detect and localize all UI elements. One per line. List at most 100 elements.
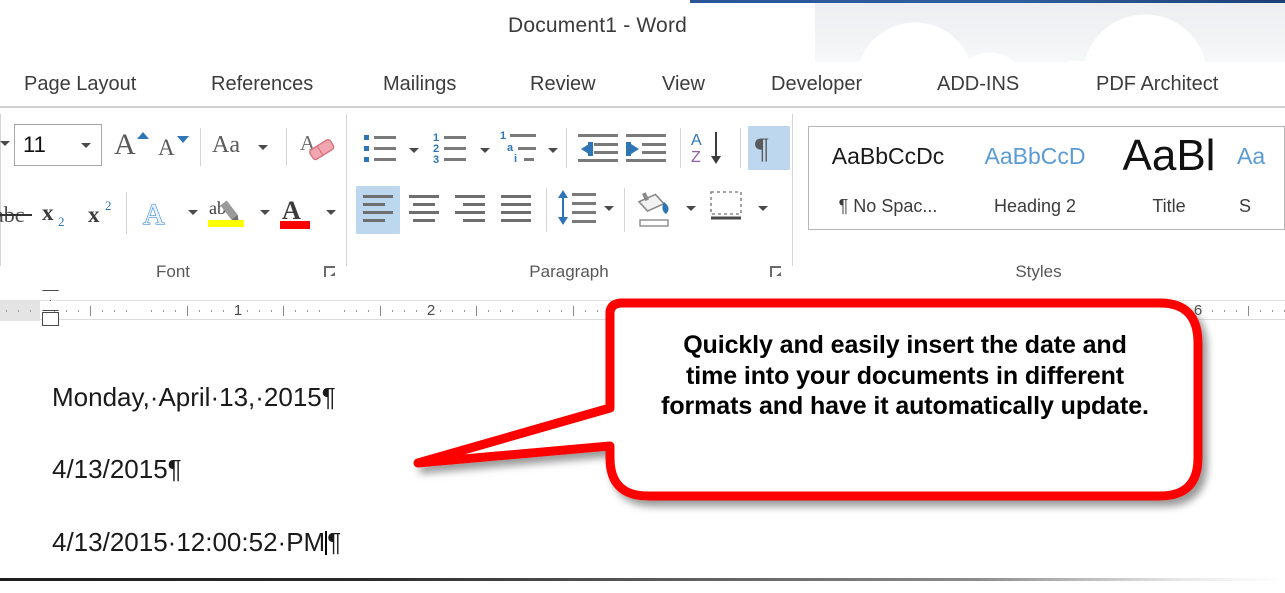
text-effects-button[interactable]: A A [140, 194, 182, 232]
style-label: Title [1152, 196, 1186, 216]
style-item-subtitle[interactable]: Aa S [1229, 127, 1284, 229]
ruler-tick [549, 310, 550, 312]
numbering-button[interactable]: 1 2 3 [432, 130, 478, 168]
svg-text:x: x [88, 202, 100, 227]
superscript-button[interactable]: x 2 [86, 196, 130, 230]
align-right-button[interactable] [448, 186, 492, 234]
align-left-button[interactable] [356, 186, 400, 234]
group-separator-left [0, 114, 1, 266]
ruler-tick [1272, 310, 1273, 312]
ruler-tick [476, 306, 477, 316]
clear-formatting-button[interactable]: A [298, 130, 338, 166]
para-sep-4 [546, 188, 547, 232]
shrink-font-button[interactable]: A [155, 130, 191, 164]
justify-button[interactable] [494, 186, 538, 234]
font-size-dropdown-arrow-icon[interactable] [81, 143, 91, 148]
change-case-arrow-icon[interactable] [258, 145, 268, 150]
ruler-tick [126, 310, 127, 312]
bullets-button[interactable] [362, 130, 406, 168]
superscript-icon: x 2 [88, 198, 112, 227]
ruler-tick [271, 310, 272, 312]
tab-page-layout[interactable]: Page Layout [24, 62, 136, 106]
document-line-2[interactable]: 4/13/2015¶ [52, 454, 182, 485]
ruler-tick [102, 310, 103, 312]
text-highlight-color-button[interactable]: ab [208, 192, 254, 234]
ribbon: 11 A A Aa A abc x [0, 108, 1285, 288]
styles-gallery[interactable]: AaBbCcDc ¶ No Spac... AaBbCcD Heading 2 … [808, 126, 1285, 230]
ruler-tick [283, 306, 284, 316]
text-effects-arrow-icon[interactable] [188, 210, 198, 215]
font-color-arrow-icon[interactable] [326, 210, 336, 215]
line-spacing-icon [558, 190, 596, 225]
line-spacing-button[interactable] [556, 188, 600, 232]
left-indent-marker[interactable] [42, 312, 59, 326]
bullets-arrow-icon[interactable] [409, 148, 419, 153]
strikethrough-button[interactable]: abc [0, 196, 38, 230]
decrease-indent-button[interactable] [578, 132, 622, 166]
para-sep-1 [566, 128, 567, 168]
svg-text:A: A [282, 196, 301, 225]
sort-button[interactable]: A Z [690, 128, 732, 168]
ruler-tick [187, 306, 188, 316]
svg-text:Z: Z [691, 149, 701, 166]
ruler-tick [464, 310, 465, 312]
text-highlight-arrow-icon[interactable] [260, 210, 270, 215]
tab-references[interactable]: References [211, 62, 313, 106]
numbering-arrow-icon[interactable] [480, 148, 490, 153]
ruler-tick [344, 310, 345, 312]
align-center-icon [409, 195, 441, 225]
subscript-button[interactable]: x 2 [40, 196, 84, 230]
ruler-tick [6, 310, 7, 312]
ruler-tick [512, 310, 513, 312]
ruler-tick [416, 310, 417, 312]
font-color-button[interactable]: A [278, 192, 320, 234]
multilevel-list-arrow-icon[interactable] [548, 148, 558, 153]
borders-button[interactable] [708, 188, 752, 232]
borders-arrow-icon[interactable] [758, 206, 768, 211]
ruler-tick [404, 310, 405, 312]
multilevel-list-button[interactable]: 1 a i [500, 130, 548, 168]
tab-add-ins[interactable]: ADD-INS [937, 62, 1019, 106]
style-label: ¶ No Spac... [838, 196, 938, 216]
font-name-dropdown-arrow-icon[interactable] [0, 141, 10, 146]
window-title: Document1 - Word [507, 14, 688, 37]
grow-font-button[interactable]: A [112, 128, 150, 164]
shading-button[interactable] [634, 188, 680, 232]
paragraph-dialog-launcher[interactable] [768, 264, 784, 280]
show-formatting-marks-button[interactable]: ¶ [748, 126, 790, 170]
document-line-3-text: 4/13/2015·12:00:52·PM [52, 527, 326, 557]
ruler-tick [223, 310, 224, 312]
shading-icon [637, 192, 669, 227]
line-spacing-arrow-icon[interactable] [604, 206, 614, 211]
tab-review[interactable]: Review [530, 62, 596, 106]
style-item-heading-2[interactable]: AaBbCcD Heading 2 [961, 127, 1109, 229]
ruler-tick [199, 310, 200, 312]
style-preview: AaBbCcD [984, 143, 1086, 169]
increase-indent-icon [626, 134, 666, 162]
style-preview: AaBl [1122, 131, 1216, 180]
font-dialog-launcher[interactable] [322, 264, 338, 280]
tab-developer[interactable]: Developer [771, 62, 862, 106]
document-line-1[interactable]: Monday,·April·13,·2015¶ [52, 382, 336, 413]
style-item-title[interactable]: AaBl Title [1109, 127, 1229, 229]
change-case-button[interactable]: Aa [212, 132, 272, 164]
font-group-label: Font [155, 262, 191, 281]
align-center-button[interactable] [402, 186, 446, 234]
increase-indent-button[interactable] [626, 132, 670, 166]
svg-text:A: A [691, 132, 702, 149]
tab-view[interactable]: View [662, 62, 705, 106]
document-line-3[interactable]: 4/13/2015·12:00:52·PM¶ [52, 527, 341, 558]
tab-mailings[interactable]: Mailings [383, 62, 456, 106]
ruler-tick [500, 310, 501, 312]
shading-arrow-icon[interactable] [686, 206, 696, 211]
ruler-tick [211, 310, 212, 312]
text-effects-icon: A A [142, 197, 165, 231]
justify-icon [501, 195, 533, 225]
ruler-tick [1224, 310, 1225, 312]
font-size-input[interactable]: 11 [14, 124, 102, 166]
numbering-icon: 1 2 3 [432, 130, 478, 168]
tab-pdf-architect[interactable]: PDF Architect [1096, 62, 1218, 106]
style-preview: Aa [1237, 143, 1266, 169]
shrink-font-icon: A [158, 135, 175, 160]
style-item-no-spacing[interactable]: AaBbCcDc ¶ No Spac... [813, 127, 963, 229]
